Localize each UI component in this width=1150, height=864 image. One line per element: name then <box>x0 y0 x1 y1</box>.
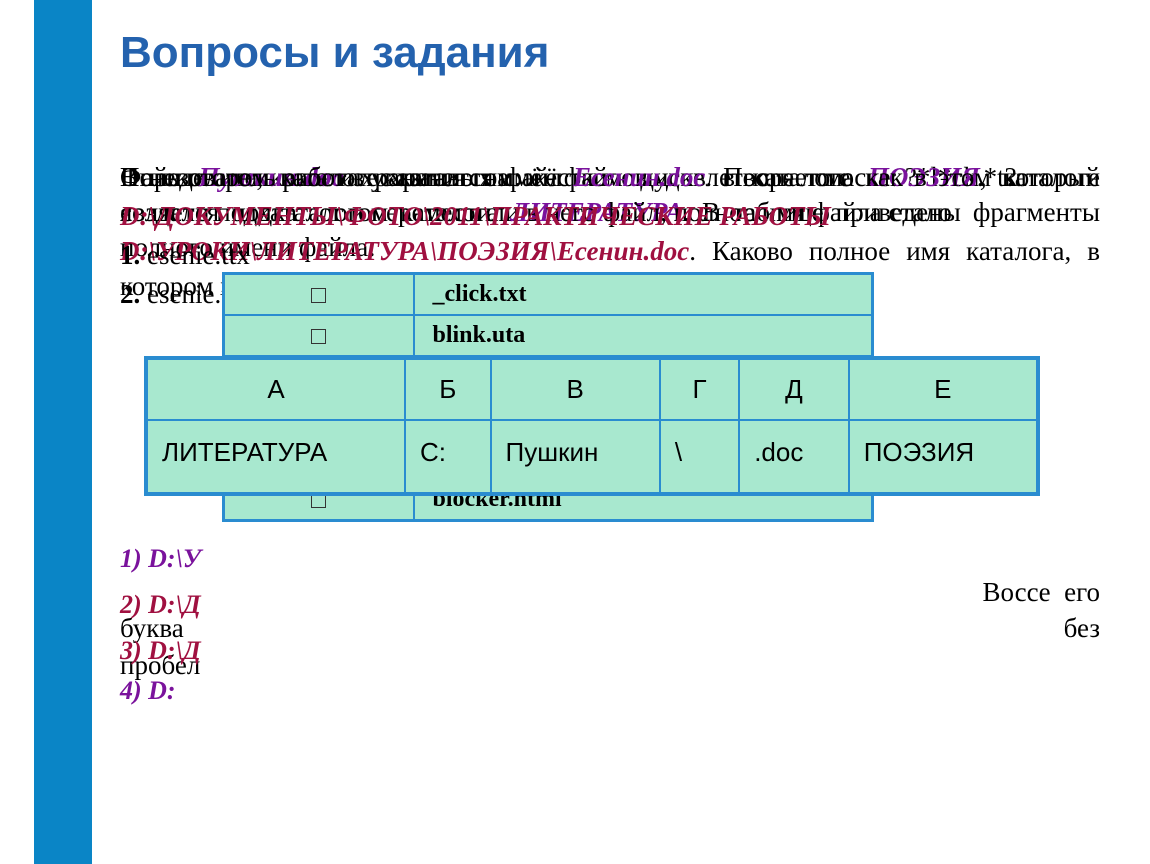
table-row: _click.txt <box>224 274 873 316</box>
answer-option: 1) D:\У <box>120 544 201 574</box>
checkbox-cell <box>224 315 414 356</box>
filename-cell: _click.txt <box>414 274 873 316</box>
decorative-side-bar <box>34 0 92 864</box>
answer-option: 2) D:\Д <box>120 590 201 620</box>
answer-option: 3) D:\Д <box>120 636 201 666</box>
text-fragment: пробел <box>120 647 1100 683</box>
value-cell: ЛИТЕРАТУРА <box>146 420 405 494</box>
item-text: esenie.ttx <box>140 240 249 270</box>
table-row: ЛИТЕРАТУРА С: Пушкин \ .doc ПОЭЗИЯ <box>146 420 1038 494</box>
answer-option: 4) D: <box>120 676 176 706</box>
value-cell: .doc <box>739 420 849 494</box>
checkbox-icon <box>311 288 326 303</box>
header-cell: Д <box>739 358 849 420</box>
text-fragment: е его <box>1039 574 1100 610</box>
path-text: D:\ДОКУМЕНТЫ\ФОТО\2011\ПРАКТИЧЕСКИЕ РАБО… <box>120 201 831 231</box>
text-fragment: Восс <box>120 577 1039 607</box>
lower-paragraph: Воссе его буквабез пробел <box>120 550 1100 683</box>
item-num: 2. <box>120 279 140 309</box>
checkbox-cell <box>224 274 414 316</box>
header-cell: Г <box>660 358 739 420</box>
text-span: Пользователь работал с каталогом: <box>120 162 521 192</box>
header-cell: Е <box>849 358 1038 420</box>
checkbox-icon <box>311 329 326 344</box>
header-cell: Б <box>405 358 491 420</box>
table-row: blink.uta <box>224 315 873 356</box>
value-cell: ПОЭЗИЯ <box>849 420 1038 494</box>
page-title: Вопросы и задания <box>120 28 1120 78</box>
value-cell: С: <box>405 420 491 494</box>
text-fragment: без <box>1064 610 1100 646</box>
value-cell: \ <box>660 420 739 494</box>
header-cell: В <box>491 358 660 420</box>
filename-cell: blink.uta <box>414 315 873 356</box>
table-header-row: А Б В Г Д Е <box>146 358 1038 420</box>
value-cell: Пушкин <box>491 420 660 494</box>
letter-path-table: А Б В Г Д Е ЛИТЕРАТУРА С: Пушкин \ .doc … <box>144 356 1040 496</box>
item-num: 1. <box>120 240 140 270</box>
header-cell: А <box>146 358 405 420</box>
slide-content: Вопросы и задания <box>120 28 1120 118</box>
